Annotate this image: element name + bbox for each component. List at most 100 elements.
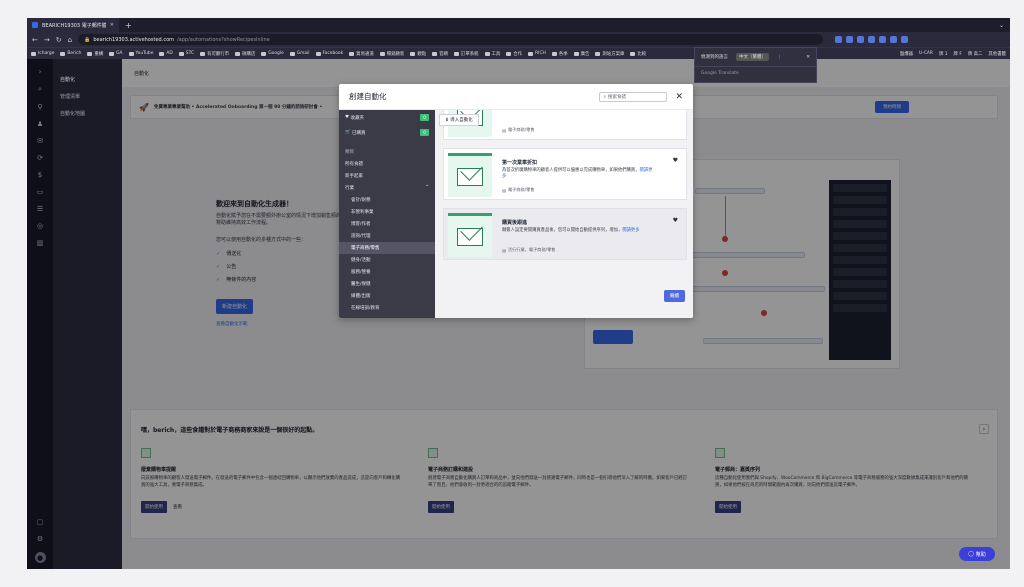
bookmark-item[interactable]: YouTube: [128, 51, 153, 56]
sidebar-item-industry[interactable]: 博客/作者: [339, 218, 435, 230]
bookmark-item[interactable]: 測站方案庫: [595, 51, 624, 57]
forward-button[interactable]: →: [44, 36, 50, 44]
bookmark-item[interactable]: 重構: [87, 51, 103, 57]
sidebar-item-industry[interactable]: 媒體/出版: [339, 290, 435, 302]
bookmark-item[interactable]: Icharge: [31, 51, 54, 56]
folder-icon: [506, 51, 512, 56]
extension-icon[interactable]: [879, 36, 887, 43]
sidebar-item-industry[interactable]: 電子商務/零售: [339, 242, 435, 254]
tag-icon: ▤: [502, 187, 506, 193]
bookmark-item[interactable]: 牌 高二: [968, 51, 983, 57]
folder-icon: [528, 51, 534, 56]
folder-icon: [200, 51, 206, 56]
new-tab-button[interactable]: +: [125, 21, 132, 30]
sidebar-item-all-recipes[interactable]: 所有食譜: [339, 158, 435, 170]
browser-tab[interactable]: BEARICH19303 電子郵件體驗 ✕: [27, 18, 119, 32]
bookmark-item[interactable]: 暢銷顧客: [379, 51, 404, 57]
bookmark-item[interactable]: 盤爆器: [900, 51, 913, 57]
continue-button[interactable]: 繼續: [664, 290, 685, 302]
translate-menu-icon[interactable]: ⋮: [777, 55, 782, 60]
sidebar-group-industry[interactable]: 行業 ^: [339, 182, 435, 194]
back-button[interactable]: ←: [32, 36, 38, 44]
bookmark-item[interactable]: 工具: [484, 51, 500, 57]
count-badge: 0: [420, 129, 429, 136]
bookmark-item[interactable]: 訂單系統: [453, 51, 479, 57]
sidebar-item-industry[interactable]: 醫生/保健: [339, 278, 435, 290]
sidebar-item-purchased[interactable]: 🛒 已購買 0: [339, 125, 435, 140]
chevron-up-icon: ^: [425, 185, 429, 190]
recipe-category-sidebar: ♥ 收藏夾 0 🛒 已購買 0 類目 所有食譜 新手起家 行業 ^ 會計/財務非…: [339, 110, 435, 318]
bookmark-item[interactable]: Berich: [60, 51, 81, 56]
bookmark-item[interactable]: U-CAR: [919, 51, 933, 57]
extension-icon[interactable]: [846, 36, 854, 43]
bookmark-item[interactable]: AD: [159, 51, 173, 56]
bookmark-item[interactable]: 觀點: [410, 51, 426, 57]
modal-backdrop-side[interactable]: [27, 59, 122, 569]
sidebar-item-getting-started[interactable]: 新手起家: [339, 170, 435, 182]
favorite-heart-icon[interactable]: ♥: [673, 157, 678, 164]
recipe-template-card[interactable]: 購買後跟進 聯繫人設定要開購買產品後，您可以開始自動提供序列，增加，閱讀更多 ▤…: [443, 208, 687, 260]
recipe-tags: ▤ 活行行業，電子商務/零售: [502, 247, 556, 253]
bookmark-item[interactable]: 其他書籤: [988, 51, 1006, 57]
folder-icon: [128, 51, 134, 56]
bookmark-item[interactable]: Facebook: [315, 51, 343, 56]
url-field[interactable]: 🔒 bearich19303.activehosted.com/app/auto…: [78, 34, 824, 45]
recipe-tags: ▤ 電子商務/零售: [502, 127, 535, 133]
sidebar-item-industry[interactable]: 會計/財務: [339, 194, 435, 206]
bookmark-item[interactable]: 比較: [630, 51, 646, 57]
recipe-search-input[interactable]: ⌕ 搜索食譜: [599, 91, 668, 102]
folder-icon: [432, 51, 438, 56]
favorite-heart-icon[interactable]: ♥: [673, 217, 678, 224]
sidebar-item-industry[interactable]: 非營利事業: [339, 206, 435, 218]
tab-list-chevron-icon[interactable]: ⌄: [999, 22, 1004, 29]
lock-icon: 🔒: [84, 36, 91, 43]
extension-icon[interactable]: [890, 36, 898, 43]
sidebar-item-industry[interactable]: 在線培訓/教育: [339, 302, 435, 314]
bookmark-item[interactable]: Google: [261, 51, 284, 56]
bookmark-item[interactable]: GA: [109, 51, 123, 56]
extension-icon[interactable]: [835, 36, 843, 43]
translate-source-lang[interactable]: 偵測到的語言: [701, 54, 728, 60]
translate-close-icon[interactable]: ✕: [806, 55, 810, 60]
help-button[interactable]: ◯ 幫助: [959, 547, 995, 561]
bookmark-item[interactable]: STC: [178, 51, 194, 56]
bookmark-item[interactable]: 各季: [551, 51, 568, 57]
recipe-template-card[interactable]: 第一次業車折扣 為首次折廣購物車的顧客人提供可以優惠以完成購物車，如果他們購買，…: [443, 148, 687, 200]
recipe-template-card[interactable]: ▤ 電子商務/零售: [443, 110, 687, 140]
extension-icon[interactable]: [868, 36, 876, 43]
read-more-link[interactable]: 閱讀更多: [622, 228, 639, 233]
bookmarks-bar: Icharge Berich 重構 GA YouTube AD STC 有可翻行市 微購店 Goo…: [27, 47, 1010, 59]
sidebar-item-industry[interactable]: 服務/營養: [339, 266, 435, 278]
bookmark-item[interactable]: 官網: [432, 51, 448, 57]
bookmark-item[interactable]: 合作: [506, 51, 522, 57]
address-bar-row: ← → ↻ ⌂ 🔒 bearich19303.activehosted.com /…: [27, 32, 1010, 47]
bookmark-item[interactable]: 廣告: [573, 51, 589, 57]
sidebar-item-favorites[interactable]: ♥ 收藏夾 0: [339, 110, 435, 125]
translate-target-lang[interactable]: 中文（繁體）: [736, 53, 769, 61]
search-icon: ⌕: [603, 94, 606, 100]
bookmark-item[interactable]: RICH: [528, 51, 546, 56]
reload-button[interactable]: ↻: [56, 36, 62, 44]
envelope-icon: [448, 213, 492, 257]
recipe-description: 聯繫人設定要開購買產品後，您可以開始自動提供序列，增加，閱讀更多: [502, 228, 640, 233]
recipe-description: 為首次折廣購物車的顧客人提供可以優惠以完成購物車，如果他們購買，閱讀更多: [502, 168, 653, 179]
close-icon[interactable]: ✕: [675, 92, 683, 102]
bookmark-item[interactable]: 有可翻行市: [200, 51, 229, 57]
extension-icon[interactable]: [901, 36, 909, 43]
sidebar-item-industry[interactable]: 健身/活動: [339, 254, 435, 266]
import-automation-button[interactable]: ⬇ 導入自動化: [439, 114, 479, 126]
folder-icon: [379, 51, 385, 56]
home-button[interactable]: ⌂: [68, 36, 72, 44]
sidebar-item-industry[interactable]: 諮詢/代理: [339, 230, 435, 242]
folder-icon: [289, 51, 295, 56]
bookmark-item[interactable]: 貿易通道: [349, 51, 374, 57]
folder-icon: [87, 51, 93, 56]
extension-icon[interactable]: [857, 36, 865, 43]
bookmark-item[interactable]: 微購店: [235, 51, 255, 57]
chat-bubble-icon: ◯: [968, 551, 974, 557]
bookmark-item[interactable]: 牌 F: [954, 51, 962, 57]
bookmark-item[interactable]: 牌 1: [939, 51, 948, 57]
envelope-icon: [448, 153, 492, 197]
bookmark-item[interactable]: Gmail: [289, 51, 310, 56]
tab-close-icon[interactable]: ✕: [110, 22, 114, 28]
